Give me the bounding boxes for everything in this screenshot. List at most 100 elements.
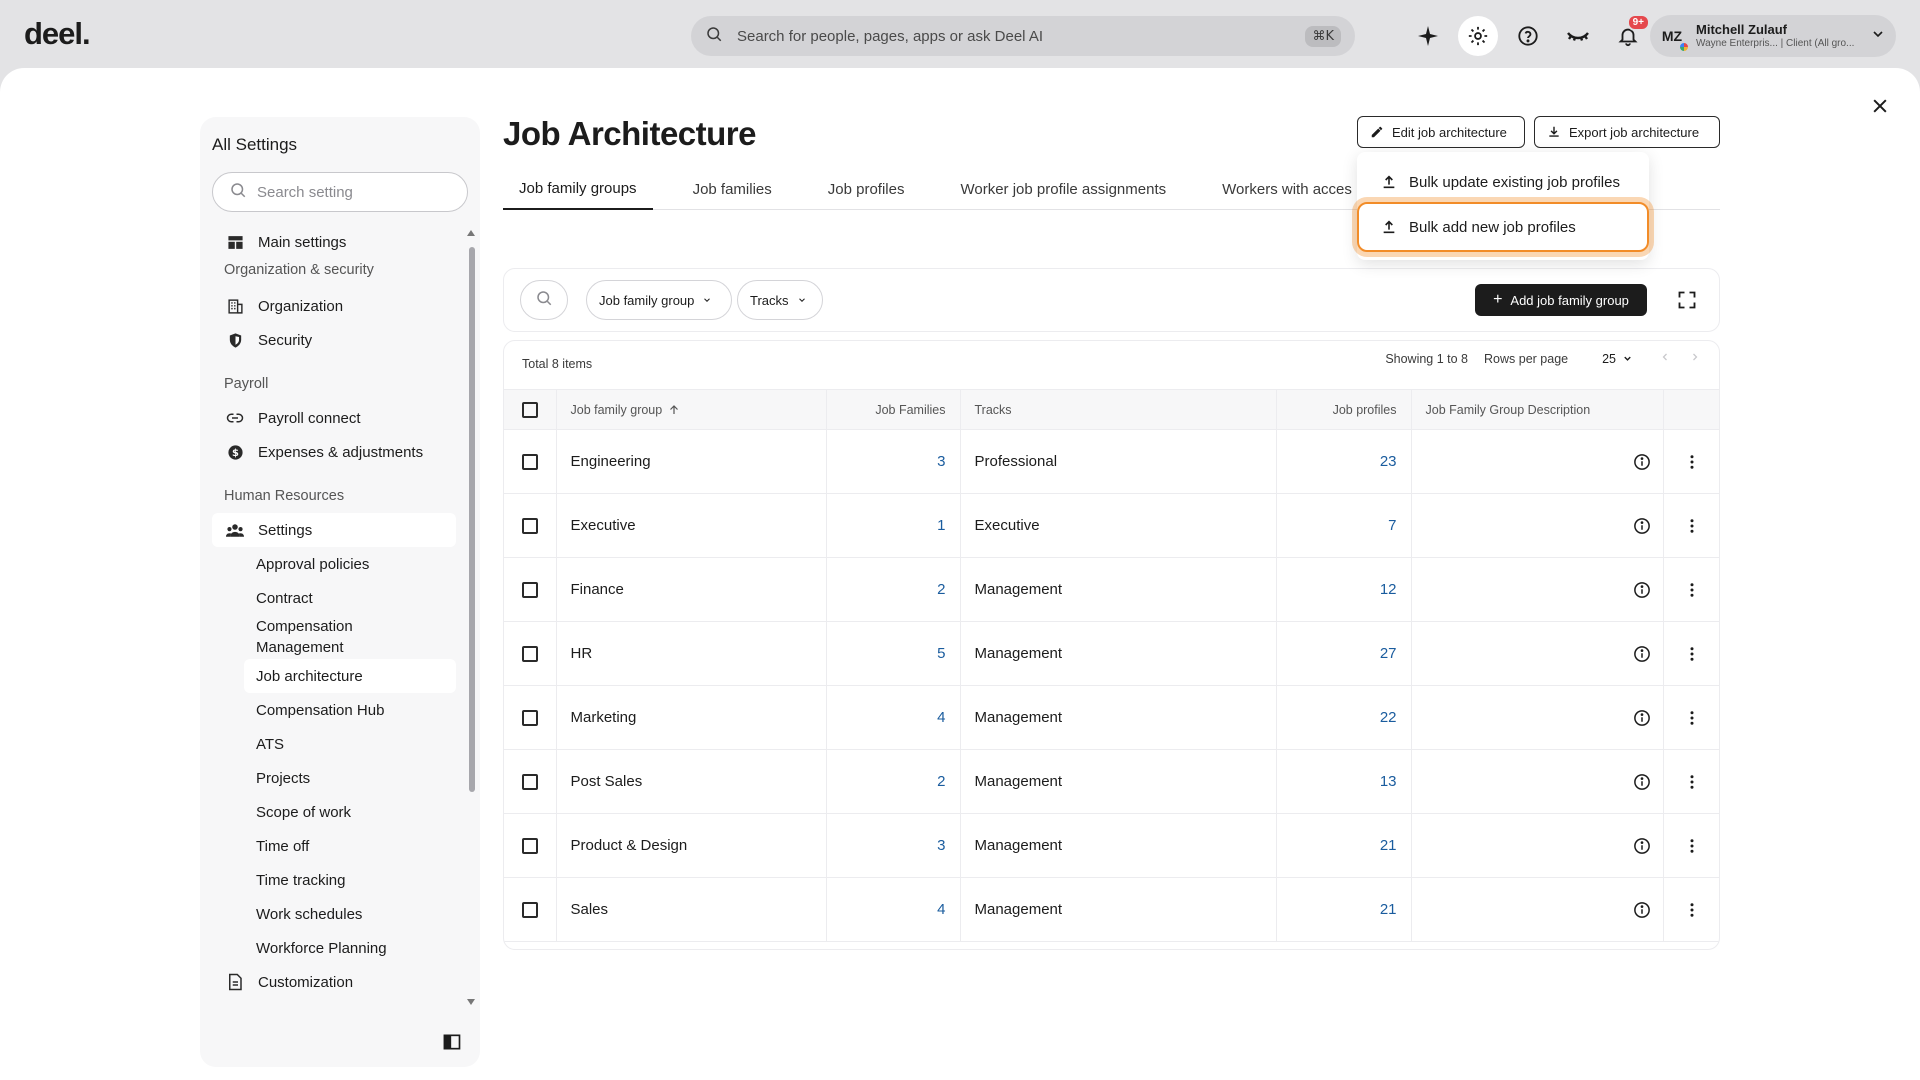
chevron-right-icon[interactable] bbox=[1689, 351, 1701, 366]
more-vertical-icon[interactable] bbox=[1683, 453, 1701, 471]
more-vertical-icon[interactable] bbox=[1683, 709, 1701, 727]
global-search[interactable]: Search for people, pages, apps or ask De… bbox=[691, 16, 1355, 56]
row-checkbox[interactable] bbox=[521, 838, 538, 855]
column-header-job-family-group[interactable]: Job family group bbox=[555, 389, 826, 430]
cell-job-families-link[interactable]: 5 bbox=[825, 621, 960, 686]
eye-closed-icon[interactable] bbox=[1558, 16, 1598, 56]
cell-job-families-link[interactable]: 3 bbox=[825, 429, 960, 494]
cell-job-families-link[interactable]: 4 bbox=[825, 877, 960, 942]
sidebar-item-scope-of-work[interactable]: Scope of work bbox=[212, 795, 456, 829]
sidebar-item-job-architecture[interactable]: Job architecture bbox=[244, 659, 456, 693]
row-checkbox[interactable] bbox=[521, 774, 538, 791]
sidebar-item-workforce-planning[interactable]: Workforce Planning bbox=[212, 931, 456, 965]
more-vertical-icon[interactable] bbox=[1683, 773, 1701, 791]
help-icon[interactable] bbox=[1508, 16, 1548, 56]
sidebar-item-ats[interactable]: ATS bbox=[212, 727, 456, 761]
scroll-down-arrow[interactable] bbox=[467, 999, 475, 1005]
cell-job-profiles-link[interactable]: 12 bbox=[1275, 557, 1411, 622]
cell-job-profiles-link[interactable]: 7 bbox=[1275, 493, 1411, 558]
more-vertical-icon[interactable] bbox=[1683, 837, 1701, 855]
column-header-tracks[interactable]: Tracks bbox=[959, 389, 1276, 430]
info-icon[interactable] bbox=[1633, 453, 1651, 471]
sidebar-item-customization[interactable]: Customization bbox=[212, 965, 456, 999]
row-checkbox[interactable] bbox=[521, 710, 538, 727]
menu-item-bulk-add[interactable]: Bulk add new job profiles bbox=[1357, 202, 1649, 252]
row-checkbox[interactable] bbox=[521, 582, 538, 599]
setting-search-input[interactable]: Search setting bbox=[212, 172, 468, 212]
cell-job-profiles-link[interactable]: 22 bbox=[1275, 685, 1411, 750]
sidebar-item-time-tracking[interactable]: Time tracking bbox=[212, 863, 456, 897]
info-icon[interactable] bbox=[1633, 773, 1651, 791]
info-icon[interactable] bbox=[1633, 517, 1651, 535]
more-vertical-icon[interactable] bbox=[1683, 645, 1701, 663]
info-icon[interactable] bbox=[1633, 837, 1651, 855]
info-icon[interactable] bbox=[1633, 581, 1651, 599]
sidebar-item-expenses[interactable]: $ Expenses & adjustments bbox=[212, 435, 456, 469]
ai-sparkle-icon[interactable] bbox=[1408, 16, 1448, 56]
sidebar-scrollbar[interactable] bbox=[469, 247, 475, 792]
table-row[interactable]: Post Sales 2 Management 13 bbox=[504, 749, 1719, 814]
table-row[interactable]: Finance 2 Management 12 bbox=[504, 557, 1719, 622]
table-row[interactable]: Engineering 3 Professional 23 bbox=[504, 429, 1719, 494]
tab-workers-with-access[interactable]: Workers with acces bbox=[1206, 168, 1352, 210]
filter-tracks[interactable]: Tracks bbox=[737, 280, 823, 320]
fullscreen-icon[interactable] bbox=[1677, 290, 1699, 312]
more-vertical-icon[interactable] bbox=[1683, 517, 1701, 535]
notification-bell-icon[interactable]: 9+ bbox=[1608, 14, 1650, 56]
sidebar-item-projects[interactable]: Projects bbox=[212, 761, 456, 795]
sidebar-item-work-schedules[interactable]: Work schedules bbox=[212, 897, 456, 931]
cell-job-profiles-link[interactable]: 21 bbox=[1275, 813, 1411, 878]
cell-job-profiles-link[interactable]: 13 bbox=[1275, 749, 1411, 814]
tab-job-profiles[interactable]: Job profiles bbox=[812, 168, 921, 210]
table-row[interactable]: Product & Design 3 Management 21 bbox=[504, 813, 1719, 878]
table-search-button[interactable] bbox=[520, 280, 568, 320]
info-icon[interactable] bbox=[1633, 645, 1651, 663]
cell-job-families-link[interactable]: 3 bbox=[825, 813, 960, 878]
add-job-family-group-button[interactable]: + Add job family group bbox=[1475, 284, 1647, 316]
table-row[interactable]: Sales 4 Management 21 bbox=[504, 877, 1719, 942]
deel-logo[interactable]: deel. bbox=[24, 16, 91, 52]
tab-worker-job-profile-assignments[interactable]: Worker job profile assignments bbox=[944, 168, 1182, 210]
export-job-architecture-button[interactable]: Export job architecture bbox=[1534, 116, 1720, 148]
chevron-left-icon[interactable] bbox=[1659, 351, 1671, 366]
more-vertical-icon[interactable] bbox=[1683, 901, 1701, 919]
close-icon[interactable] bbox=[1866, 92, 1894, 120]
sidebar-item-time-off[interactable]: Time off bbox=[212, 829, 456, 863]
column-header-job-families[interactable]: Job Families bbox=[825, 389, 960, 430]
column-header-job-profiles[interactable]: Job profiles bbox=[1275, 389, 1411, 430]
row-checkbox[interactable] bbox=[521, 902, 538, 919]
sidebar-item-contract[interactable]: Contract bbox=[212, 581, 456, 615]
info-icon[interactable] bbox=[1633, 709, 1651, 727]
sidebar-item-main-settings[interactable]: Main settings bbox=[212, 225, 456, 259]
row-checkbox[interactable] bbox=[521, 646, 538, 663]
sidebar-item-payroll-connect[interactable]: Payroll connect bbox=[212, 401, 456, 435]
tab-job-family-groups[interactable]: Job family groups bbox=[503, 168, 653, 210]
sidebar-collapse-icon[interactable] bbox=[442, 1032, 462, 1052]
cell-job-profiles-link[interactable]: 27 bbox=[1275, 621, 1411, 686]
cell-job-families-link[interactable]: 4 bbox=[825, 685, 960, 750]
row-checkbox[interactable] bbox=[521, 518, 538, 535]
cell-job-profiles-link[interactable]: 21 bbox=[1275, 877, 1411, 942]
cell-job-families-link[interactable]: 1 bbox=[825, 493, 960, 558]
sidebar-item-hr-settings[interactable]: Settings bbox=[212, 513, 456, 547]
cell-job-families-link[interactable]: 2 bbox=[825, 749, 960, 814]
table-row[interactable]: Marketing 4 Management 22 bbox=[504, 685, 1719, 750]
user-menu[interactable]: MZ Mitchell Zulauf Wayne Enterpris... | … bbox=[1650, 15, 1896, 57]
select-all-checkbox[interactable] bbox=[521, 401, 538, 418]
sidebar-item-approval-policies[interactable]: Approval policies bbox=[212, 547, 456, 581]
edit-job-architecture-button[interactable]: Edit job architecture bbox=[1357, 116, 1525, 148]
cell-job-families-link[interactable]: 2 bbox=[825, 557, 960, 622]
more-vertical-icon[interactable] bbox=[1683, 581, 1701, 599]
sidebar-item-compensation-management[interactable]: Compensation Management bbox=[212, 615, 402, 659]
rows-per-page-select[interactable]: 25 bbox=[1602, 352, 1633, 366]
info-icon[interactable] bbox=[1633, 901, 1651, 919]
table-row[interactable]: HR 5 Management 27 bbox=[504, 621, 1719, 686]
scroll-up-arrow[interactable] bbox=[467, 230, 475, 236]
sidebar-item-compensation-hub[interactable]: Compensation Hub bbox=[212, 693, 456, 727]
filter-job-family-group[interactable]: Job family group bbox=[586, 280, 732, 320]
sidebar-item-security[interactable]: Security bbox=[212, 323, 456, 357]
cell-job-profiles-link[interactable]: 23 bbox=[1275, 429, 1411, 494]
menu-item-bulk-update[interactable]: Bulk update existing job profiles bbox=[1357, 160, 1649, 204]
gear-icon[interactable] bbox=[1458, 16, 1498, 56]
sidebar-item-organization[interactable]: Organization bbox=[212, 289, 456, 323]
